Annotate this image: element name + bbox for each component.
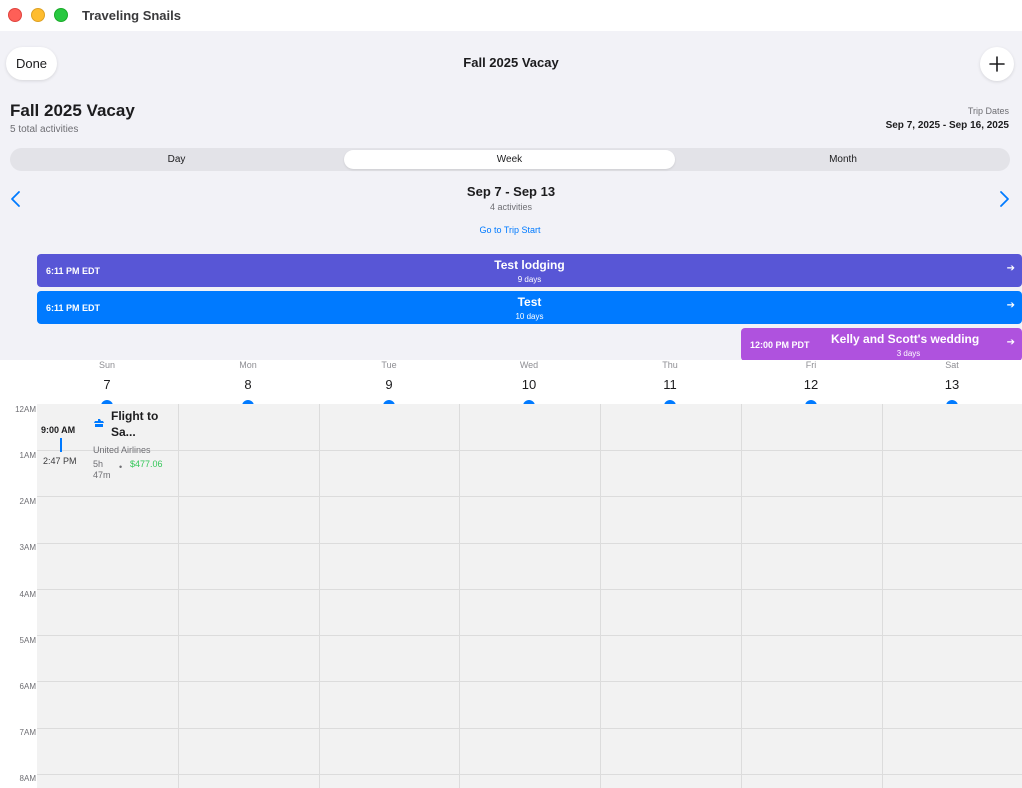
day-name: Tue xyxy=(381,360,397,370)
activity-price: $477.06 xyxy=(130,459,163,469)
event-title: Test xyxy=(517,295,542,309)
time-range-bar xyxy=(60,438,62,452)
arrow-right-icon: ➔ xyxy=(1006,263,1015,274)
day-divider xyxy=(741,404,742,788)
title-bar: Traveling Snails xyxy=(0,0,1022,31)
hour-label: 12AM xyxy=(15,405,36,414)
day-divider xyxy=(600,404,601,788)
hour-label: 1AM xyxy=(19,451,36,460)
hour-divider xyxy=(37,543,1022,544)
day-header-sun[interactable]: Sun 7 xyxy=(37,360,177,408)
multi-day-event-test[interactable]: 6:11 PM EDT Test 10 days ➔ xyxy=(37,291,1022,324)
minimize-window-button[interactable] xyxy=(31,8,45,22)
app-title: Traveling Snails xyxy=(82,8,181,23)
week-activity-count: 4 activities xyxy=(489,202,533,212)
hour-divider xyxy=(37,728,1022,729)
multi-day-event-wedding[interactable]: 12:00 PM PDT Kelly and Scott's wedding 3… xyxy=(741,328,1022,361)
trip-activity-count: 5 total activities xyxy=(10,124,79,135)
trip-name: Fall 2025 Vacay xyxy=(10,101,135,120)
next-week-button[interactable] xyxy=(996,190,1012,208)
day-number: 7 xyxy=(103,377,111,392)
trip-dates-label: Trip Dates xyxy=(967,106,1009,116)
week-time-grid[interactable] xyxy=(37,404,1022,788)
event-time: 12:00 PM PDT xyxy=(750,340,810,350)
day-header-tue[interactable]: Tue 9 xyxy=(319,360,459,408)
day-name: Fri xyxy=(805,360,817,370)
day-number: 13 xyxy=(944,377,960,392)
hour-divider xyxy=(37,774,1022,775)
day-name: Mon xyxy=(239,360,257,370)
day-number: 9 xyxy=(385,377,393,392)
event-duration: 9 days xyxy=(517,275,542,284)
separator-dot: • xyxy=(119,462,123,472)
activity-airline: United Airlines xyxy=(93,445,151,455)
hour-divider xyxy=(37,496,1022,497)
view-option-month[interactable]: Month xyxy=(676,148,1010,171)
activity-end-time: 2:47 PM xyxy=(43,456,77,466)
trip-dates-value: Sep 7, 2025 - Sep 16, 2025 xyxy=(885,120,1009,131)
zoom-window-button[interactable] xyxy=(54,8,68,22)
event-duration: 3 days xyxy=(896,349,921,358)
close-window-button[interactable] xyxy=(8,8,22,22)
plus-icon xyxy=(989,56,1005,72)
hour-divider xyxy=(37,635,1022,636)
hour-divider xyxy=(37,450,1022,451)
hour-label: 7AM xyxy=(19,728,36,737)
hour-label: 3AM xyxy=(19,543,36,552)
day-header-mon[interactable]: Mon 8 xyxy=(178,360,318,408)
day-divider xyxy=(319,404,320,788)
day-divider xyxy=(178,404,179,788)
activity-start-time: 9:00 AM xyxy=(41,425,76,435)
airplane-icon xyxy=(94,419,104,427)
day-number: 12 xyxy=(803,377,819,392)
day-name: Thu xyxy=(662,360,678,370)
event-title: Test lodging xyxy=(494,258,565,272)
day-divider xyxy=(459,404,460,788)
day-header-fri[interactable]: Fri 12 xyxy=(741,360,881,408)
day-number: 11 xyxy=(663,377,677,392)
chevron-right-icon xyxy=(1000,191,1009,207)
week-day-headers: Sun 7 Mon 8 Tue 9 Wed 10 Thu 11 Fri 12 S… xyxy=(37,360,1022,408)
go-to-trip-start-link[interactable]: Go to Trip Start xyxy=(460,225,560,235)
day-header-thu[interactable]: Thu 11 xyxy=(600,360,740,408)
event-duration: 10 days xyxy=(515,312,544,321)
week-range: Sep 7 - Sep 13 xyxy=(466,184,556,199)
hour-label: 5AM xyxy=(19,636,36,645)
flight-activity[interactable]: 9:00 AM 2:47 PM Flight to Sa... United A… xyxy=(37,404,178,492)
hour-label: 4AM xyxy=(19,590,36,599)
hour-label: 6AM xyxy=(19,682,36,691)
hour-divider xyxy=(37,589,1022,590)
day-header-sat[interactable]: Sat 13 xyxy=(882,360,1022,408)
activity-title: Flight to Sa... xyxy=(111,409,159,439)
activity-duration: 5h 47m xyxy=(93,459,111,480)
day-number: 8 xyxy=(244,377,252,392)
nav-title: Fall 2025 Vacay xyxy=(463,55,559,70)
day-name: Sat xyxy=(945,360,959,370)
multi-day-event-test-lodging[interactable]: 6:11 PM EDT Test lodging 9 days ➔ xyxy=(37,254,1022,287)
add-activity-button[interactable] xyxy=(980,47,1014,81)
day-number: 10 xyxy=(521,377,537,392)
event-title: Kelly and Scott's wedding xyxy=(831,332,980,346)
hour-label: 8AM xyxy=(19,774,36,783)
arrow-right-icon: ➔ xyxy=(1006,337,1015,348)
day-name: Wed xyxy=(519,360,539,370)
view-picker: Day Week Month xyxy=(10,148,1010,171)
arrow-right-icon: ➔ xyxy=(1006,300,1015,311)
view-option-day[interactable]: Day xyxy=(10,148,343,171)
view-option-week[interactable]: Week xyxy=(344,150,675,169)
day-divider xyxy=(882,404,883,788)
hour-label: 2AM xyxy=(19,497,36,506)
day-name: Sun xyxy=(98,360,115,370)
hour-divider xyxy=(37,681,1022,682)
day-header-wed[interactable]: Wed 10 xyxy=(459,360,599,408)
